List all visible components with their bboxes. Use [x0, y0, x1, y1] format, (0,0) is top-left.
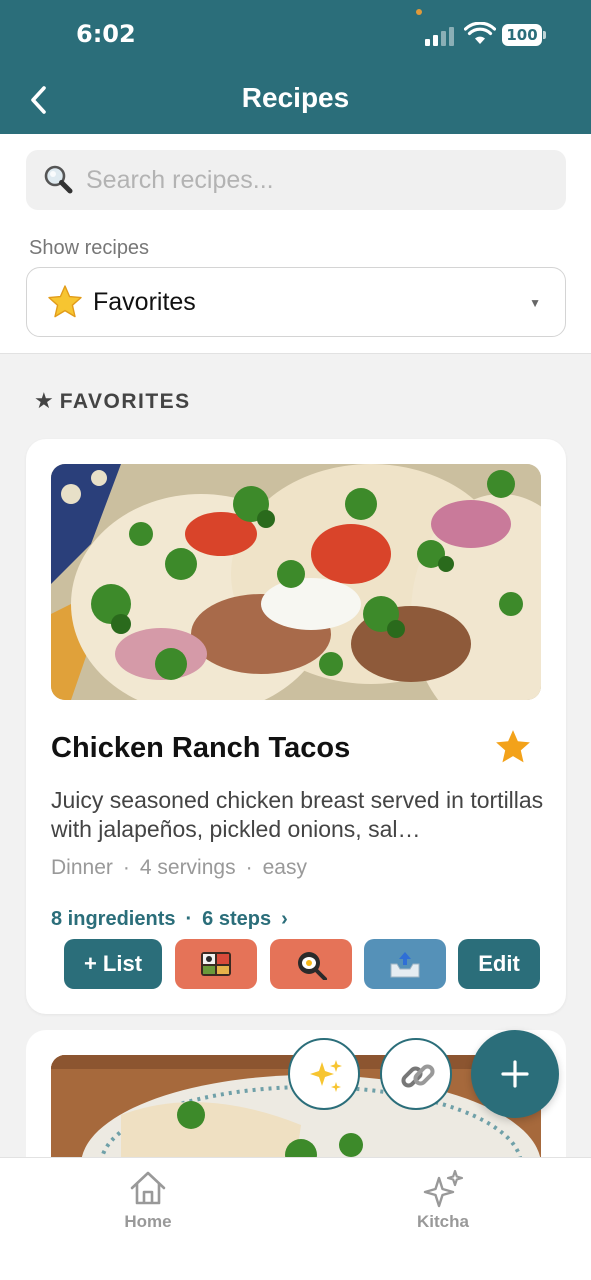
wifi-icon [464, 22, 496, 44]
plus-icon [501, 1060, 529, 1088]
section-heading-text: FAVORITES [59, 390, 191, 413]
filter-label: Show recipes [29, 237, 150, 259]
bento-box-icon [201, 952, 231, 976]
chevron-right-icon: › [281, 908, 288, 930]
sparkles-icon [310, 1060, 342, 1092]
nav-item-home[interactable]: Home [78, 1158, 218, 1238]
recipe-photo [51, 464, 541, 700]
import-link-button[interactable] [380, 1038, 452, 1110]
chevron-down-icon: ▼ [529, 296, 541, 310]
tacos-photo-illustration [51, 464, 541, 700]
section-heading: ★ FAVORITES [34, 388, 191, 414]
privacy-indicator-dot [416, 9, 422, 15]
search-input[interactable] [86, 160, 546, 200]
meal-prep-button[interactable] [175, 939, 257, 989]
link-icon [401, 1064, 435, 1088]
nav-label-kitcha: Kitcha [417, 1212, 469, 1231]
page-title: Recipes [241, 82, 350, 113]
nav-label-home: Home [124, 1212, 172, 1231]
cook-mode-button[interactable] [270, 939, 352, 989]
app-header: 6:02 100 Recipes [0, 0, 591, 134]
magnifier-icon [44, 165, 73, 194]
favorite-toggle[interactable] [494, 728, 532, 766]
bottom-navigation: Home Kitcha [0, 1157, 591, 1280]
search-bar[interactable] [26, 150, 566, 210]
house-icon [130, 1171, 166, 1205]
link-separator: · [185, 908, 193, 930]
star-icon: ★ [34, 388, 54, 413]
recipe-title: Chicken Ranch Tacos [51, 732, 351, 764]
battery-indicator: 100 [502, 24, 542, 46]
sparkle-stars-icon [423, 1169, 464, 1208]
nav-item-kitcha[interactable]: Kitcha [373, 1158, 513, 1238]
add-to-list-button[interactable]: + List [64, 939, 162, 989]
battery-tip [543, 31, 546, 39]
recipe-description: Juicy seasoned chicken breast served in … [51, 787, 544, 842]
meta-separator: · [122, 856, 130, 879]
ai-generate-button[interactable] [288, 1038, 360, 1110]
share-button[interactable] [364, 939, 446, 989]
meta-separator: · [245, 856, 253, 879]
star-icon [48, 285, 82, 318]
status-time: 6:02 [76, 20, 136, 48]
filter-selected-value: Favorites [93, 288, 196, 316]
filter-area: Show recipes Favorites ▼ [0, 134, 591, 354]
cellular-signal-icon [425, 26, 457, 46]
recipe-servings: 4 servings [139, 856, 236, 879]
ingredients-count: 8 ingredients [51, 908, 176, 930]
recipe-category: Dinner [51, 856, 113, 879]
recipe-card[interactable]: Chicken Ranch Tacos Juicy seasoned chick… [26, 439, 566, 1014]
recipe-details-link[interactable]: 8 ingredients · 6 steps › [51, 908, 288, 931]
outbox-tray-icon [390, 952, 420, 978]
edit-recipe-button[interactable]: Edit [458, 939, 540, 989]
frying-pan-egg-icon [298, 952, 327, 980]
add-recipe-button[interactable] [471, 1030, 559, 1118]
recipe-difficulty: easy [262, 856, 307, 879]
recipe-meta: Dinner · 4 servings · easy [51, 856, 307, 880]
steps-count: 6 steps [202, 908, 272, 930]
recipe-filter-select[interactable]: Favorites ▼ [26, 267, 566, 337]
star-icon [496, 730, 530, 763]
